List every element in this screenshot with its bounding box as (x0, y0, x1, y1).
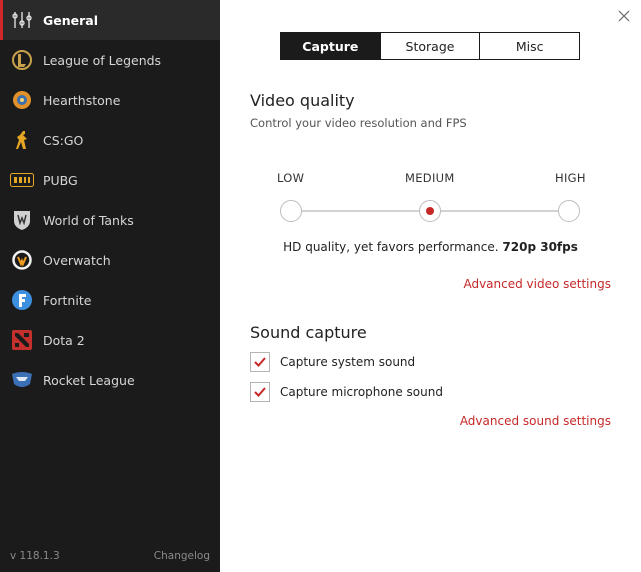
sidebar-item-pubg[interactable]: PUBG (0, 160, 220, 200)
microphone-sound-option: Capture microphone sound (250, 382, 443, 402)
close-icon (618, 10, 630, 22)
quality-spec: 720p 30fps (502, 240, 578, 254)
sidebar-item-fortnite[interactable]: Fortnite (0, 280, 220, 320)
level-label-low: LOW (277, 171, 305, 185)
advanced-video-settings-link[interactable]: Advanced video settings (463, 277, 611, 291)
quality-description-text: HD quality, yet favors performance. (283, 240, 499, 254)
sidebar: General League of Legends Hearthstone CS… (0, 0, 220, 572)
sidebar-item-label: Overwatch (43, 252, 111, 268)
pubg-icon (10, 168, 34, 192)
microphone-sound-label: Capture microphone sound (280, 385, 443, 399)
sidebar-item-rocket-league[interactable]: Rocket League (0, 360, 220, 400)
system-sound-option: Capture system sound (250, 352, 415, 372)
microphone-sound-checkbox[interactable] (250, 382, 270, 402)
quality-knob-high[interactable] (558, 200, 580, 222)
quality-description: HD quality, yet favors performance. 720p… (220, 240, 641, 254)
csgo-icon (10, 128, 34, 152)
quality-knob-medium[interactable] (419, 200, 441, 222)
quality-knob-low[interactable] (280, 200, 302, 222)
close-button[interactable] (617, 8, 631, 22)
league-of-legends-icon (10, 48, 34, 72)
version-label: v 118.1.3 (10, 550, 60, 562)
sidebar-footer: v 118.1.3 Changelog (0, 550, 220, 562)
tab-bar: Capture Storage Misc (280, 32, 580, 60)
hearthstone-icon (10, 88, 34, 112)
settings-panel: Capture Storage Misc Video quality Contr… (220, 0, 641, 572)
sidebar-item-label: Hearthstone (43, 92, 121, 108)
tab-storage[interactable]: Storage (379, 33, 480, 59)
sidebar-item-label: General (43, 12, 98, 28)
sidebar-item-dota2[interactable]: Dota 2 (0, 320, 220, 360)
sidebar-item-hearthstone[interactable]: Hearthstone (0, 80, 220, 120)
video-quality-subtitle: Control your video resolution and FPS (250, 116, 467, 130)
checkmark-icon (254, 387, 266, 397)
sidebar-item-label: CS:GO (43, 132, 84, 148)
sidebar-item-label: League of Legends (43, 52, 162, 68)
sidebar-item-overwatch[interactable]: Overwatch (0, 240, 220, 280)
sidebar-item-league-of-legends[interactable]: League of Legends (0, 40, 220, 80)
sidebar-item-world-of-tanks[interactable]: World of Tanks (0, 200, 220, 240)
sidebar-item-label: PUBG (43, 172, 78, 188)
system-sound-checkbox[interactable] (250, 352, 270, 372)
system-sound-label: Capture system sound (280, 355, 416, 369)
tab-capture[interactable]: Capture (281, 33, 380, 59)
dota2-icon (10, 328, 34, 352)
advanced-sound-settings-link[interactable]: Advanced sound settings (460, 414, 611, 428)
level-label-high: HIGH (555, 171, 586, 185)
sidebar-item-label: World of Tanks (43, 212, 134, 228)
fortnite-icon (10, 288, 34, 312)
tab-misc[interactable]: Misc (479, 33, 579, 59)
settings-sliders-icon (10, 8, 34, 32)
sidebar-item-csgo[interactable]: CS:GO (0, 120, 220, 160)
checkmark-icon (254, 357, 266, 367)
level-label-medium: MEDIUM (405, 171, 455, 185)
sidebar-item-general[interactable]: General (0, 0, 220, 40)
overwatch-icon (10, 248, 34, 272)
changelog-link[interactable]: Changelog (154, 550, 210, 562)
sidebar-item-label: Dota 2 (43, 332, 85, 348)
video-quality-title: Video quality (250, 91, 355, 110)
sound-capture-title: Sound capture (250, 323, 367, 342)
sidebar-item-label: Fortnite (43, 292, 92, 308)
sidebar-item-label: Rocket League (43, 372, 135, 388)
world-of-tanks-icon (10, 208, 34, 232)
rocket-league-icon (10, 368, 34, 392)
